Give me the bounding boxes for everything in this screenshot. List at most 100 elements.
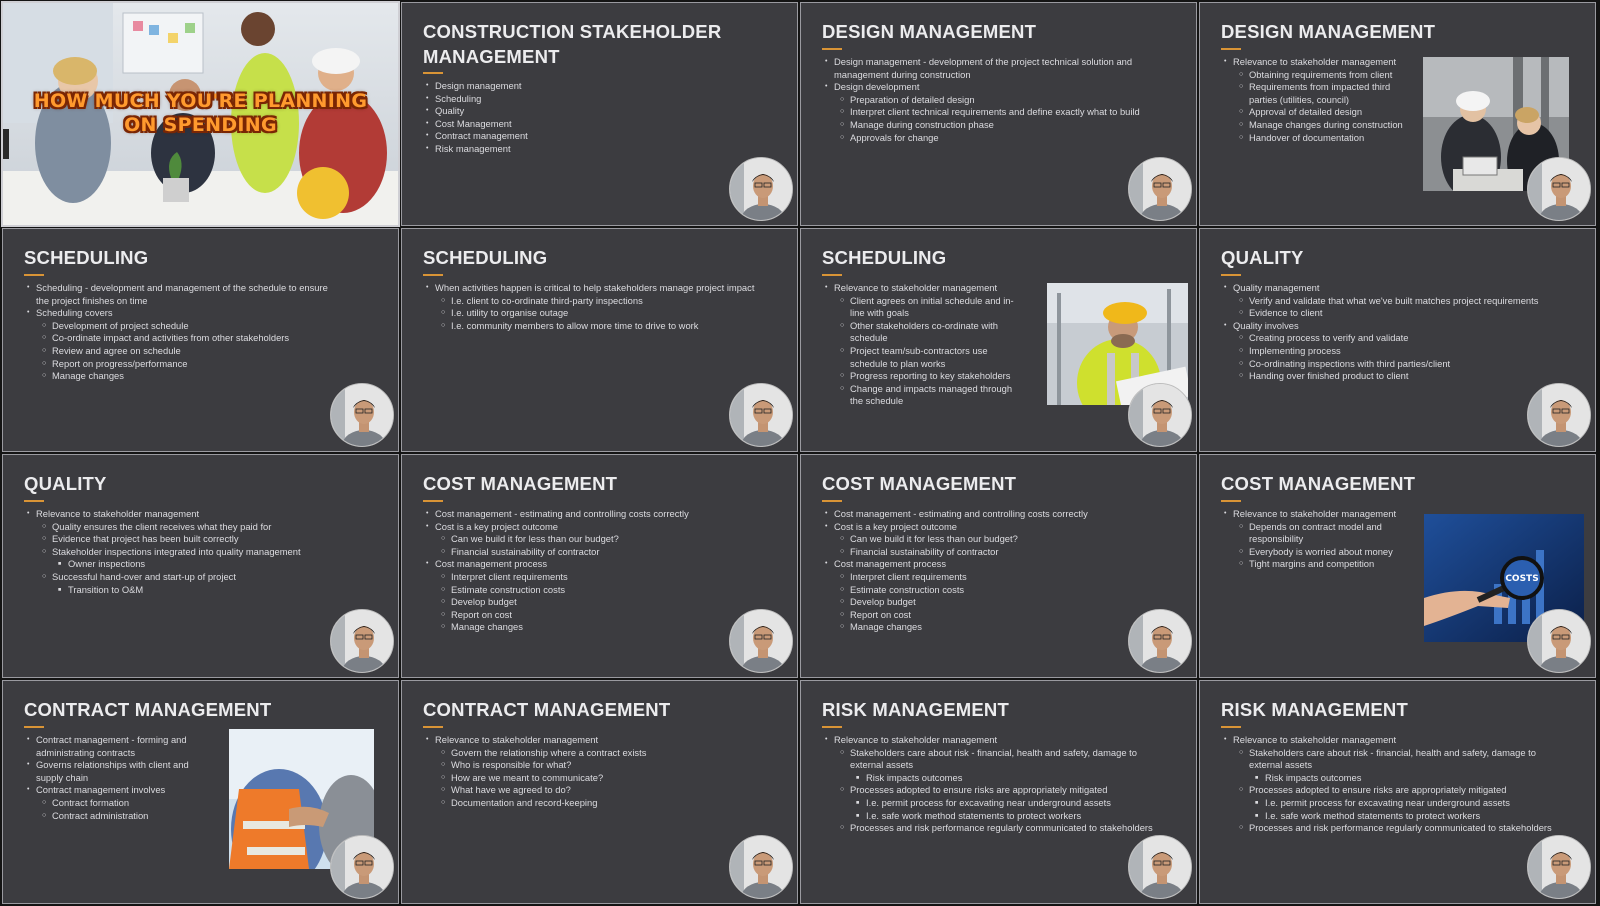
bullet-level-2: Co-ordinating inspections with third par… <box>1223 358 1545 371</box>
slide-scheduling-relevance[interactable]: SCHEDULING Relevance to stakeholder mana… <box>801 229 1196 451</box>
presenter-avatar <box>729 835 793 899</box>
bullet-level-2: Requirements from impacted third parties… <box>1223 81 1419 106</box>
bullet-level-1: Cost management - estimating and control… <box>824 508 1150 521</box>
presenter-avatar <box>1128 383 1192 447</box>
slide-design-management-relevance[interactable]: DESIGN MANAGEMENT Relevance to stakehold… <box>1200 3 1595 225</box>
bullet-level-2: Develop budget <box>425 596 751 609</box>
slide-construction-stakeholder-management[interactable]: CONSTRUCTION STAKEHOLDER MANAGEMENT Desi… <box>402 3 797 225</box>
slide-contract-management[interactable]: CONTRACT MANAGEMENT Contract management … <box>3 681 398 903</box>
bullet-level-2: Project team/sub-contractors use schedul… <box>824 345 1020 370</box>
bullet-level-2: Can we build it for less than our budget… <box>824 533 1150 546</box>
bullet-level-2: Development of project schedule <box>26 320 338 333</box>
bullet-level-2: Manage during construction phase <box>824 119 1150 132</box>
bullet-level-2: Manage changes during construction <box>1223 119 1419 132</box>
bullet-level-1: Relevance to stakeholder management <box>26 508 348 521</box>
slide-body: Relevance to stakeholder managementDepen… <box>1223 508 1401 571</box>
bullet-level-3: I.e. permit process for excavating near … <box>824 797 1158 810</box>
bullet-level-1: Quality management <box>1223 282 1545 295</box>
bullet-level-1: Contract management <box>425 130 779 143</box>
slide-cost-management[interactable]: COST MANAGEMENT Cost management - estima… <box>402 455 797 677</box>
bullet-level-3: Owner inspections <box>26 558 348 571</box>
bullet-level-1: Risk management <box>425 143 779 156</box>
bullet-level-2: Financial sustainability of contractor <box>425 546 751 559</box>
bullet-level-2: Handover of documentation <box>1223 132 1419 145</box>
bullet-level-2: Contract administration <box>26 810 204 823</box>
bullet-level-1: Cost is a key project outcome <box>425 521 751 534</box>
bullet-level-2: Interpret client technical requirements … <box>824 106 1150 119</box>
bullet-level-1: Cost management - estimating and control… <box>425 508 751 521</box>
title-accent-rule <box>423 500 443 502</box>
slide-cost-management-2[interactable]: COST MANAGEMENT Cost management - estima… <box>801 455 1196 677</box>
slide-quality[interactable]: QUALITY Quality managementVerify and val… <box>1200 229 1595 451</box>
slide-cost-management-relevance[interactable]: COST MANAGEMENT Relevance to stakeholder… <box>1200 455 1595 677</box>
bullet-level-1: Governs relationships with client and su… <box>26 759 204 784</box>
bullet-level-2: I.e. client to co-ordinate third-party i… <box>425 295 757 308</box>
bullet-level-2: Documentation and record-keeping <box>425 797 751 810</box>
bullet-level-2: Preparation of detailed design <box>824 94 1150 107</box>
slide-title: SCHEDULING <box>24 247 149 268</box>
title-accent-rule <box>24 274 44 276</box>
slide-body: Relevance to stakeholder managementGover… <box>425 734 751 810</box>
bullet-level-2: Can we build it for less than our budget… <box>425 533 751 546</box>
slide-risk-management-2[interactable]: RISK MANAGEMENT Relevance to stakeholder… <box>1200 681 1595 903</box>
slide-thumbnail[interactable]: HOW MUCH YOU'RE PLANNING ON SPENDING <box>3 3 398 225</box>
slide-body: When activities happen is critical to he… <box>425 282 757 332</box>
bullet-level-2: Stakeholders care about risk - financial… <box>824 747 1158 772</box>
bullet-level-2: Interpret client requirements <box>824 571 1150 584</box>
slide-title: RISK MANAGEMENT <box>1221 699 1408 720</box>
bullet-level-1: Cost is a key project outcome <box>824 521 1150 534</box>
slide-contract-management-relevance[interactable]: CONTRACT MANAGEMENT Relevance to stakeho… <box>402 681 797 903</box>
slide-body: Design managementSchedulingQualityCost M… <box>425 80 779 156</box>
slide-title: SCHEDULING <box>822 247 947 268</box>
bullet-level-2: Evidence that project has been built cor… <box>26 533 348 546</box>
slide-body: Relevance to stakeholder managementStake… <box>1223 734 1557 835</box>
title-accent-rule <box>1221 726 1241 728</box>
bullet-level-3: I.e. safe work method statements to prot… <box>1223 810 1557 823</box>
bullet-level-2: Processes adopted to ensure risks are ap… <box>824 784 1158 797</box>
slide-quality-relevance[interactable]: QUALITY Relevance to stakeholder managem… <box>3 455 398 677</box>
bullet-level-2: Depends on contract model and responsibi… <box>1223 521 1401 546</box>
slide-design-management[interactable]: DESIGN MANAGEMENT Design management - de… <box>801 3 1196 225</box>
presenter-avatar <box>330 609 394 673</box>
bullet-level-2: Client agrees on initial schedule and in… <box>824 295 1020 320</box>
bullet-level-1: Contract management - forming and admini… <box>26 734 204 759</box>
bullet-level-2: Handing over finished product to client <box>1223 370 1545 383</box>
slide-title: CONTRACT MANAGEMENT <box>24 699 272 720</box>
slide-body: Relevance to stakeholder managementStake… <box>824 734 1158 835</box>
slide-body: Contract management - forming and admini… <box>26 734 204 822</box>
bullet-level-2: Stakeholders care about risk - financial… <box>1223 747 1557 772</box>
bullet-level-2: Who is responsible for what? <box>425 759 751 772</box>
bullet-level-2: Everybody is worried about money <box>1223 546 1401 559</box>
bullet-level-1: Relevance to stakeholder management <box>1223 734 1557 747</box>
bullet-level-2: Successful hand-over and start-up of pro… <box>26 571 348 584</box>
title-accent-rule <box>24 500 44 502</box>
bullet-level-2: Review and agree on schedule <box>26 345 338 358</box>
bullet-level-2: Processes adopted to ensure risks are ap… <box>1223 784 1557 797</box>
bullet-level-2: Interpret client requirements <box>425 571 751 584</box>
slide-scheduling[interactable]: SCHEDULING Scheduling - development and … <box>3 229 398 451</box>
bullet-level-1: Scheduling <box>425 93 779 106</box>
title-accent-rule <box>1221 48 1241 50</box>
bullet-level-2: Processes and risk performance regularly… <box>1223 822 1557 835</box>
title-accent-rule <box>822 48 842 50</box>
slide-title: DESIGN MANAGEMENT <box>822 21 1037 42</box>
bullet-level-1: Contract management involves <box>26 784 204 797</box>
slide-scheduling-impact[interactable]: SCHEDULING When activities happen is cri… <box>402 229 797 451</box>
slide-body: Design management - development of the p… <box>824 56 1150 144</box>
bullet-level-1: Relevance to stakeholder management <box>824 734 1158 747</box>
presenter-avatar <box>1527 157 1591 221</box>
title-accent-rule <box>423 274 443 276</box>
bullet-level-1: Scheduling - development and management … <box>26 282 338 307</box>
bullet-level-2: Report on cost <box>425 609 751 622</box>
title-accent-rule <box>423 726 443 728</box>
bullet-level-2: Govern the relationship where a contract… <box>425 747 751 760</box>
bullet-level-2: Creating process to verify and validate <box>1223 332 1545 345</box>
bullet-level-1: Relevance to stakeholder management <box>824 282 1020 295</box>
bullet-level-2: Co-ordinate impact and activities from o… <box>26 332 338 345</box>
bullet-level-1: Design development <box>824 81 1150 94</box>
slide-risk-management[interactable]: RISK MANAGEMENT Relevance to stakeholder… <box>801 681 1196 903</box>
presenter-avatar <box>1128 157 1192 221</box>
bullet-level-1: Relevance to stakeholder management <box>425 734 751 747</box>
presenter-avatar <box>1527 383 1591 447</box>
bullet-level-3: I.e. permit process for excavating near … <box>1223 797 1557 810</box>
